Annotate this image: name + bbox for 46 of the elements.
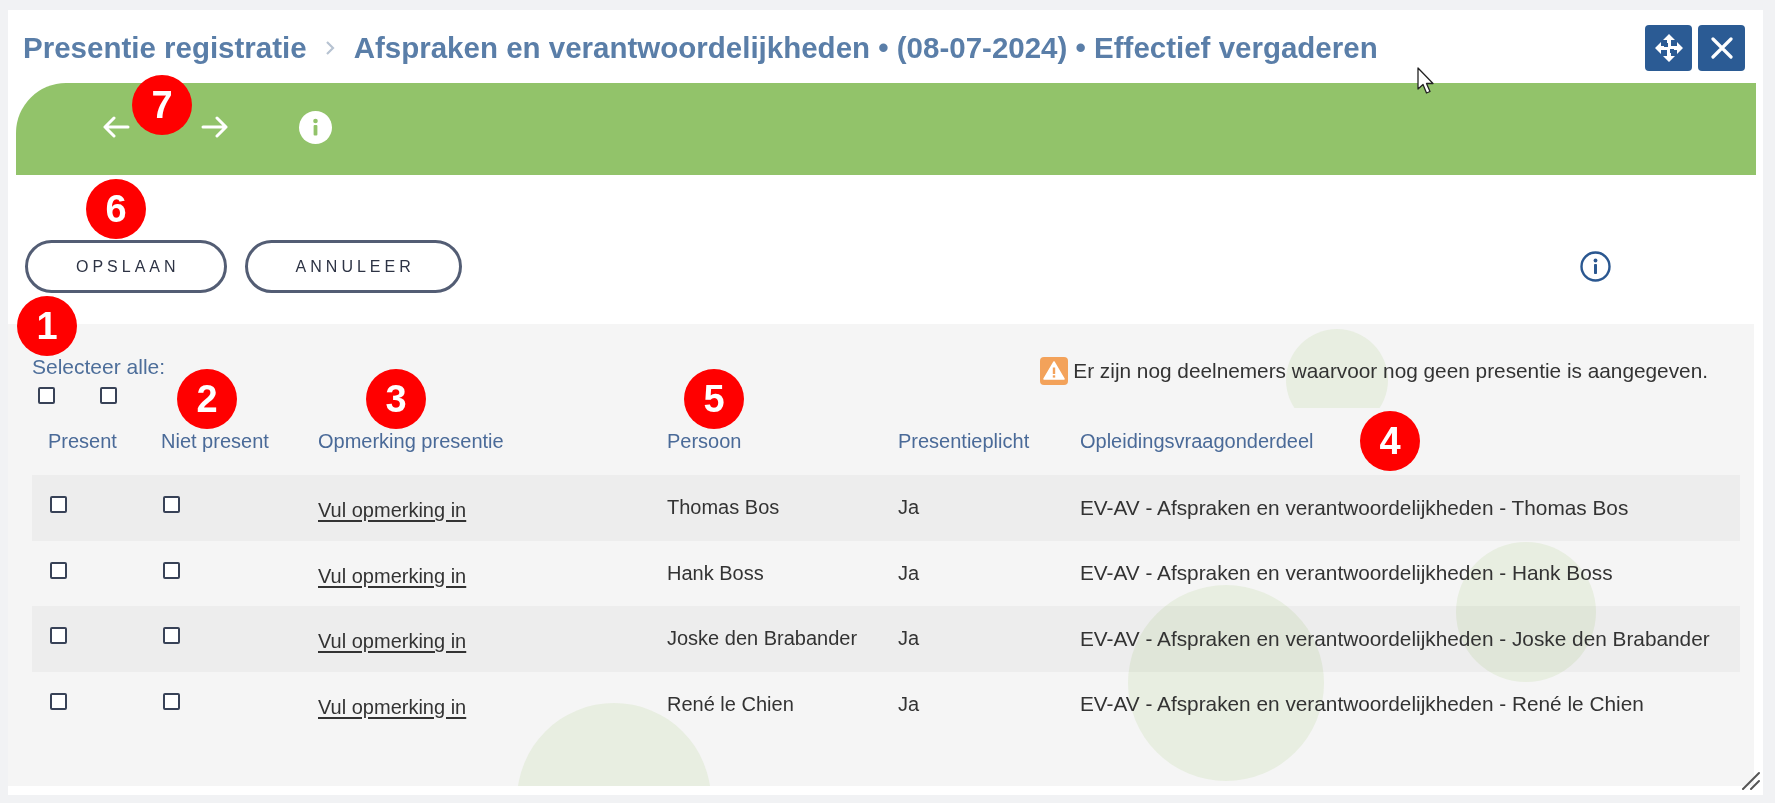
remark-link[interactable]: Vul opmerking in — [318, 564, 467, 588]
move-button[interactable] — [1645, 25, 1692, 71]
close-icon — [1710, 37, 1733, 59]
checkbox[interactable] — [50, 627, 67, 645]
column-header: Presentieplicht — [897, 430, 1030, 453]
checkbox[interactable] — [38, 387, 55, 404]
breadcrumb-link[interactable]: Presentie registratie — [23, 30, 307, 66]
remark-link[interactable]: Vul opmerking in — [318, 695, 467, 719]
table-cell: EV-AV - Afspraken en verantwoordelijkheden - Thomas Bos — [1080, 495, 1629, 520]
action-button[interactable]: ANNULEER — [244, 240, 462, 293]
table-cell: EV-AV - Afspraken en verantwoordelijkheden - Hank Boss — [1080, 561, 1613, 586]
close-button[interactable] — [1698, 25, 1745, 71]
checkbox[interactable] — [163, 496, 180, 514]
remark-link[interactable]: Vul opmerking in — [318, 499, 467, 523]
checkbox[interactable] — [163, 561, 180, 579]
column-header: Present — [47, 430, 117, 453]
page-title: Afspraken en verantwoordelijkheden • (08-07-2024) • Effectief vergaderen — [353, 30, 1378, 66]
chevron-icon — [324, 41, 335, 55]
move-icon — [1653, 33, 1684, 63]
table-cell: Ja — [898, 627, 920, 651]
table-cell: EV-AV - Afspraken en verantwoordelijkheden - Joske den Brabander — [1080, 626, 1710, 651]
column-header: Opmerking presentie — [317, 430, 504, 453]
table-cell: Thomas Bos — [667, 496, 780, 520]
remark-link[interactable]: Vul opmerking in — [318, 630, 467, 654]
column-header: Niet present — [160, 430, 269, 453]
select-all-label: Selecteer alle: — [32, 356, 166, 377]
table-cell: René le Chien — [667, 692, 794, 716]
warning-message: Er zijn nog deelnemers waarvoor nog geen presentie is aangegeven. — [1073, 359, 1708, 383]
checkbox[interactable] — [163, 627, 180, 645]
checkbox[interactable] — [163, 692, 180, 710]
column-header: Opleidingsvraagonderdeel — [1079, 430, 1314, 453]
table-cell: EV-AV - Afspraken en verantwoordelijkheden - René le Chien — [1080, 692, 1644, 717]
table-cell: Hank Boss — [667, 561, 764, 585]
table-cell: Joske den Brabander — [667, 627, 858, 651]
table-cell: Ja — [898, 561, 920, 585]
warning-icon — [1040, 357, 1069, 385]
checkbox[interactable] — [100, 387, 117, 404]
table-cell: Ja — [898, 496, 920, 520]
checkbox[interactable] — [50, 692, 67, 710]
info-icon[interactable] — [1580, 251, 1611, 282]
checkbox[interactable] — [50, 561, 67, 579]
cursor-icon — [1417, 67, 1435, 95]
table-cell: Ja — [898, 692, 920, 716]
checkbox[interactable] — [50, 496, 67, 514]
action-button[interactable]: OPSLAAN — [25, 240, 227, 293]
column-header: Persoon — [666, 430, 742, 453]
